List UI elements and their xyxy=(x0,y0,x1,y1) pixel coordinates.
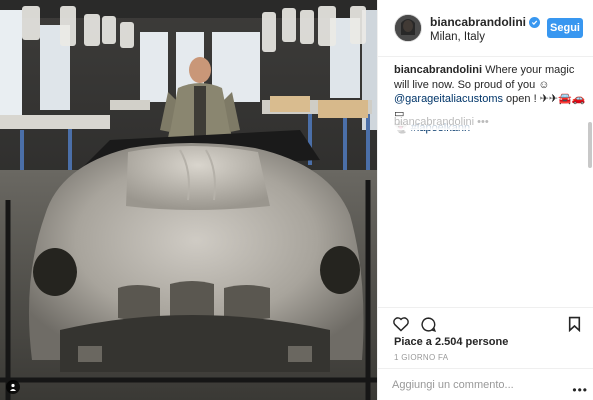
avatar[interactable] xyxy=(394,14,422,42)
comment-input[interactable] xyxy=(392,377,572,393)
action-bar xyxy=(378,307,593,338)
verified-badge-icon xyxy=(529,16,541,28)
bookmark-icon[interactable] xyxy=(568,316,581,337)
username-text[interactable]: biancabrandolini xyxy=(430,15,526,29)
car-photo xyxy=(0,0,377,400)
scrollbar[interactable] xyxy=(588,122,592,168)
user-tag-icon[interactable] xyxy=(6,380,20,394)
heart-icon[interactable] xyxy=(392,316,410,337)
caption-username[interactable]: biancabrandolini xyxy=(394,64,482,76)
caption-mention[interactable]: @garageitaliacustoms xyxy=(394,93,503,105)
post-header: biancabrandolini Milan, Italy Segui xyxy=(378,0,593,57)
follow-button[interactable]: Segui xyxy=(547,18,583,38)
more-dots-icon[interactable]: ••• xyxy=(572,383,588,397)
location-link[interactable]: Milan, Italy xyxy=(430,31,485,43)
comment-box: ••• xyxy=(378,368,593,400)
post-side-panel: biancabrandolini Milan, Italy Segui bian… xyxy=(377,0,593,400)
likes-count[interactable]: Piace a 2.504 persone xyxy=(394,336,508,348)
comment-icon[interactable] xyxy=(420,316,437,338)
post-image[interactable] xyxy=(0,0,377,400)
faded-comment: biancabrandolini ••• xyxy=(394,116,574,130)
username-link[interactable]: biancabrandolini xyxy=(430,15,541,29)
post-timestamp[interactable]: 1 GIORNO FA xyxy=(394,353,448,362)
